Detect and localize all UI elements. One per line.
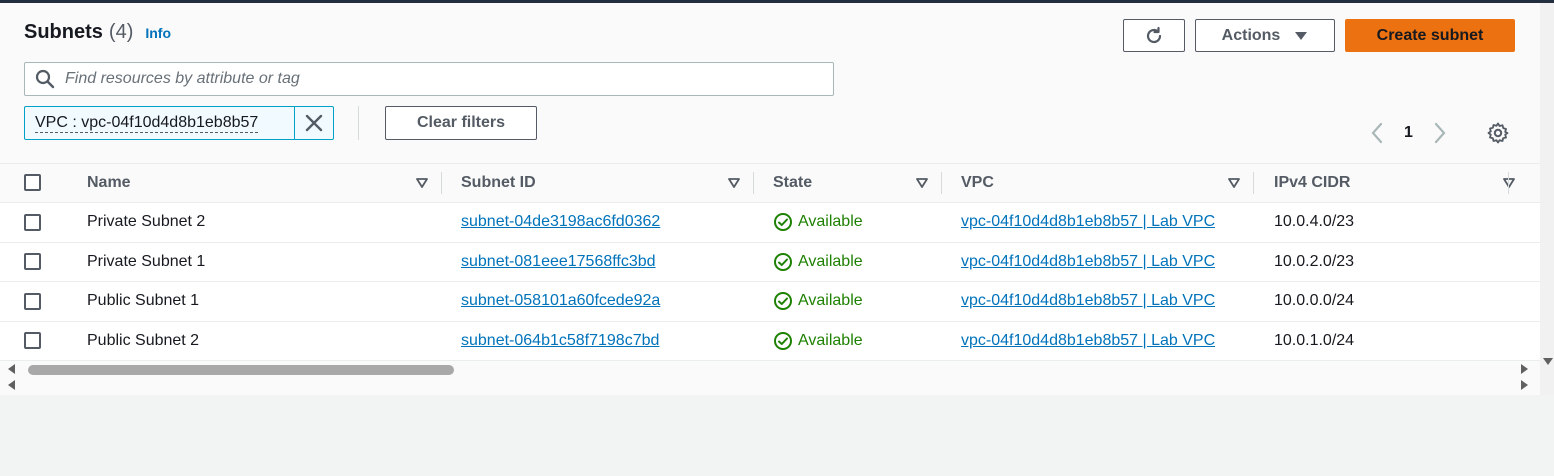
caret-down-icon xyxy=(1295,31,1308,40)
check-circle-icon xyxy=(774,213,792,232)
subnet-name: Private Subnet 2 xyxy=(87,213,206,231)
status-badge: Available xyxy=(773,212,942,232)
status-badge: Available xyxy=(773,252,942,272)
search-icon xyxy=(35,69,55,89)
sort-icon[interactable] xyxy=(1228,178,1240,188)
column-label: Name xyxy=(87,174,131,191)
sort-icon[interactable] xyxy=(1503,178,1515,188)
actions-label: Actions xyxy=(1221,26,1281,44)
select-all-cell xyxy=(0,164,66,203)
status-badge: Available xyxy=(773,291,942,311)
title-text: Subnets xyxy=(24,21,103,43)
select-all-checkbox[interactable] xyxy=(24,174,41,192)
row-checkbox[interactable] xyxy=(24,213,41,231)
info-link[interactable]: Info xyxy=(145,25,171,41)
vpc-link[interactable]: vpc-04f10d4d8b1eb8b57 | Lab VPC xyxy=(961,332,1215,350)
column-resizer[interactable] xyxy=(1508,172,1509,194)
page-title: Subnets (4) Info xyxy=(24,21,171,44)
column-header-vpc[interactable]: VPC xyxy=(942,164,1254,203)
check-circle-icon xyxy=(774,331,792,350)
chevron-right-icon[interactable] xyxy=(1433,122,1447,144)
column-header-state[interactable]: State xyxy=(754,164,942,203)
vertical-scrollbar[interactable] xyxy=(1540,3,1554,395)
filter-token-label[interactable]: VPC : vpc-04f10d4d8b1eb8b57 xyxy=(25,107,296,139)
horizontal-scrollbar[interactable] xyxy=(0,360,1540,380)
search-placeholder: Find resources by attribute or tag xyxy=(65,70,300,87)
close-icon xyxy=(305,114,323,132)
pagination: 1 xyxy=(1370,121,1447,145)
ipv4-cidr: 10.0.4.0/23 xyxy=(1274,213,1355,231)
check-circle-icon xyxy=(774,252,792,271)
table-row[interactable]: Public Subnet 1 subnet-058101a60fcede92a… xyxy=(0,281,1540,321)
refresh-button[interactable] xyxy=(1123,19,1185,52)
subnet-name: Public Subnet 2 xyxy=(87,331,200,349)
row-checkbox[interactable] xyxy=(24,332,41,350)
column-header-name[interactable]: Name xyxy=(66,164,442,203)
scroll-right-arrow-icon[interactable] xyxy=(1521,364,1528,374)
row-checkbox[interactable] xyxy=(24,292,41,310)
state-text: Available xyxy=(798,331,863,349)
state-text: Available xyxy=(798,252,863,270)
subnet-id-link[interactable]: subnet-064b1c58f7198c7bd xyxy=(461,332,659,349)
subnet-id-link[interactable]: subnet-04de3198ac6fd0362 xyxy=(461,213,660,230)
column-label: IPv4 CIDR xyxy=(1274,174,1351,191)
ipv4-cidr: 10.0.1.0/24 xyxy=(1274,331,1355,349)
check-circle-icon xyxy=(774,292,792,311)
table-header-row: Name Subnet ID State VPC IPv4 CIDR xyxy=(0,163,1540,203)
title-count: (4) xyxy=(108,21,134,43)
filter-divider xyxy=(358,106,359,140)
column-label: VPC xyxy=(961,174,994,191)
state-text: Available xyxy=(798,292,863,310)
filter-token-text: VPC : vpc-04f10d4d8b1eb8b57 xyxy=(35,113,259,133)
column-label: State xyxy=(773,174,813,191)
refresh-icon xyxy=(1146,26,1162,43)
sort-icon[interactable] xyxy=(416,178,428,188)
actions-dropdown[interactable]: Actions xyxy=(1195,19,1335,52)
row-checkbox[interactable] xyxy=(24,253,41,271)
chevron-left-icon[interactable] xyxy=(1370,122,1384,144)
gear-icon[interactable] xyxy=(1486,121,1510,145)
subnets-panel: Subnets (4) Info Actions Create subnet F… xyxy=(0,3,1540,395)
column-header-ipv4-cidr[interactable]: IPv4 CIDR xyxy=(1254,164,1540,203)
status-badge: Available xyxy=(773,331,942,351)
filter-token[interactable]: VPC : vpc-04f10d4d8b1eb8b57 xyxy=(24,106,334,140)
clear-filters-button[interactable]: Clear filters xyxy=(385,106,537,140)
vpc-link[interactable]: vpc-04f10d4d8b1eb8b57 | Lab VPC xyxy=(961,292,1215,310)
subnet-name: Public Subnet 1 xyxy=(87,292,200,310)
subnet-name: Private Subnet 1 xyxy=(87,252,206,270)
scroll-left-arrow-icon[interactable] xyxy=(8,364,15,374)
ipv4-cidr: 10.0.2.0/23 xyxy=(1274,252,1355,270)
table-row[interactable]: Private Subnet 1 subnet-081eee17568ffc3b… xyxy=(0,242,1540,282)
search-input[interactable]: Find resources by attribute or tag xyxy=(24,62,834,96)
create-subnet-button[interactable]: Create subnet xyxy=(1345,19,1515,52)
sort-icon[interactable] xyxy=(916,178,928,188)
scroll-down-arrow-icon[interactable] xyxy=(1543,358,1553,365)
subnet-id-link[interactable]: subnet-081eee17568ffc3bd xyxy=(461,253,656,270)
vpc-link[interactable]: vpc-04f10d4d8b1eb8b57 | Lab VPC xyxy=(961,253,1215,271)
column-label: Subnet ID xyxy=(461,174,536,191)
table-row[interactable]: Public Subnet 2 subnet-064b1c58f7198c7bd… xyxy=(0,321,1540,361)
vpc-link[interactable]: vpc-04f10d4d8b1eb8b57 | Lab VPC xyxy=(961,213,1215,231)
page-number[interactable]: 1 xyxy=(1404,124,1413,142)
ipv4-cidr: 10.0.0.0/24 xyxy=(1274,292,1355,310)
page-scroll-right-arrow-icon[interactable] xyxy=(1521,380,1528,390)
remove-filter-button[interactable] xyxy=(295,107,333,139)
scrollbar-thumb[interactable] xyxy=(28,365,454,375)
page-scroll-left-arrow-icon[interactable] xyxy=(8,380,15,390)
table-row[interactable]: Private Subnet 2 subnet-04de3198ac6fd036… xyxy=(0,202,1540,242)
subnet-id-link[interactable]: subnet-058101a60fcede92a xyxy=(461,292,660,309)
subnets-table: Name Subnet ID State VPC IPv4 CIDR Priva… xyxy=(0,163,1540,361)
column-header-subnet-id[interactable]: Subnet ID xyxy=(442,164,754,203)
sort-icon[interactable] xyxy=(728,178,740,188)
state-text: Available xyxy=(798,213,863,231)
